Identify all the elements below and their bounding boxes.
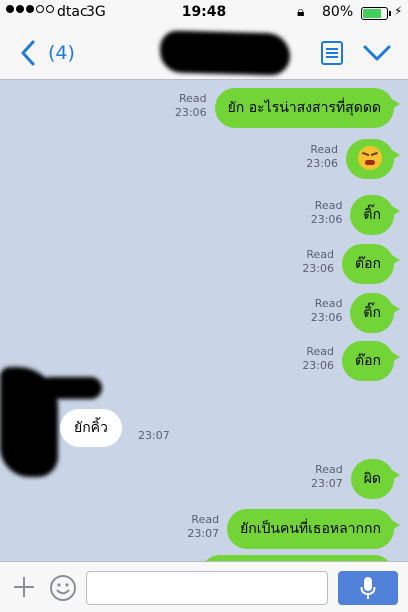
message-time: 23:07 <box>138 429 170 442</box>
message-out: Read 23:07 ยักเป็นคนที่เธอหลากกก <box>187 509 400 549</box>
message-out: Read 23:06 ต๊อก <box>302 341 400 381</box>
message-text: ยักคิ้ว <box>74 420 108 436</box>
message-bubble[interactable]: ต๊อก <box>342 244 400 284</box>
message-text: ยักเป็นคนที่เธอหลากกก <box>240 521 381 537</box>
message-out: Read 23:06 ติ๊ก <box>311 195 400 235</box>
message-bubble[interactable]: ติ๊ก <box>350 293 400 333</box>
message-meta: Read 23:07 <box>311 463 343 491</box>
message-meta: Read 23:07 <box>187 513 219 541</box>
message-meta: Read 23:06 <box>175 92 207 120</box>
read-status: Read <box>314 297 343 310</box>
status-bar: dtac 3G 19:48 🔒︎ 80% ⚡︎ <box>0 0 408 26</box>
message-out: Read 23:07 ผิด <box>311 459 401 499</box>
microphone-icon <box>360 577 376 599</box>
emoji-icon[interactable] <box>49 574 77 602</box>
message-out: Read 23:06 ติ๊ก <box>311 293 400 333</box>
charging-icon: ⚡︎ <box>394 4 403 18</box>
message-time: 23:06 <box>174 106 207 119</box>
message-meta: Read 23:06 <box>311 297 343 325</box>
unread-count: (4) <box>48 42 75 64</box>
battery-percent: 80% <box>322 4 354 20</box>
read-status: Read <box>306 345 335 358</box>
battery-tip <box>389 11 391 16</box>
message-time: 23:06 <box>310 213 343 226</box>
message-bubble[interactable]: ยักเป็นคนที่เธอหลากกก <box>227 509 400 549</box>
message-input[interactable] <box>86 571 328 605</box>
message-time: 23:06 <box>306 157 338 170</box>
voice-message-button[interactable] <box>338 571 398 605</box>
message-bubble[interactable] <box>346 139 400 179</box>
message-text: ติ๊ก <box>363 305 381 321</box>
rotation-lock-icon: 🔒︎ <box>297 4 305 20</box>
message-meta: Read 23:06 <box>302 345 334 373</box>
message-out: Read 23:06 ต๊อก <box>302 244 400 284</box>
message-text: ผิด <box>363 471 381 487</box>
message-meta: Read 23:06 <box>306 143 338 171</box>
message-text: ต๊อก <box>355 256 381 272</box>
chat-header: (4) <box>0 26 408 80</box>
message-text: ยัก อะไรน่าสงสารที่สุดดด <box>227 100 381 116</box>
chevron-left-icon <box>21 40 35 66</box>
notes-icon[interactable] <box>320 40 344 66</box>
message-bubble[interactable]: ติ๊ก <box>350 195 400 235</box>
read-status: Read <box>314 199 343 212</box>
message-time: 23:06 <box>302 262 335 275</box>
chevron-down-icon[interactable] <box>362 42 392 64</box>
message-meta: Read 23:06 <box>311 199 343 227</box>
read-status: Read <box>306 248 335 261</box>
message-bubble[interactable]: ผิด <box>350 459 401 499</box>
message-bubble-in[interactable]: ยักคิ้ว <box>60 409 122 447</box>
plus-icon[interactable] <box>12 575 36 599</box>
tired-face-emoji-icon <box>358 146 382 170</box>
read-status: Read <box>178 92 207 105</box>
message-out: Read 23:06 <box>306 139 400 179</box>
message-time: 23:07 <box>187 527 220 540</box>
message-bubble[interactable]: ยัก อะไรน่าสงสารที่สุดดด <box>214 88 401 128</box>
message-meta: Read 23:06 <box>302 248 334 276</box>
chat-messages[interactable]: Read 23:06 ยัก อะไรน่าสงสารที่สุดดด Read… <box>0 81 408 561</box>
message-bubble[interactable]: ต๊อก <box>342 341 400 381</box>
message-time: 23:06 <box>302 359 335 372</box>
read-status: Read <box>191 513 220 526</box>
battery-icon <box>361 7 388 20</box>
back-button[interactable]: (4) <box>20 36 90 70</box>
avatar-redacted-extension <box>40 377 102 399</box>
message-time: 23:07 <box>311 477 343 490</box>
contact-name-redacted <box>159 30 291 76</box>
read-status: Read <box>310 143 338 156</box>
message-out: Read 23:06 ยัก อะไรน่าสงสารที่สุดดด <box>175 88 401 128</box>
message-in: ยักคิ้ว 23:07 <box>0 367 200 477</box>
message-time: 23:06 <box>310 311 343 324</box>
message-text: ติ๊ก <box>363 207 381 223</box>
message-text: ต๊อก <box>355 353 381 369</box>
read-status: Read <box>315 463 343 476</box>
message-input-bar <box>0 561 408 612</box>
